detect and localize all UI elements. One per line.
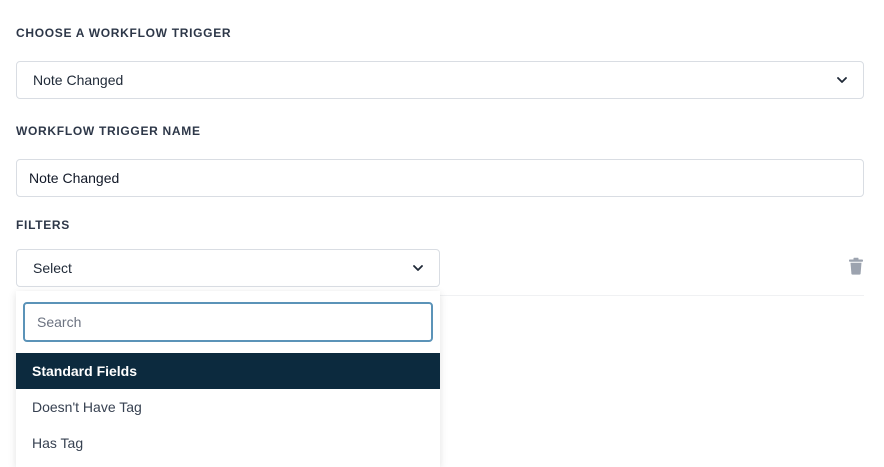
filter-dropdown-menu: Standard Fields Doesn't Have Tag Has Tag bbox=[16, 291, 440, 467]
trash-icon[interactable] bbox=[846, 256, 866, 276]
option-doesnt-have-tag[interactable]: Doesn't Have Tag bbox=[16, 389, 440, 425]
trigger-section-label: CHOOSE A WORKFLOW TRIGGER bbox=[16, 26, 232, 40]
trigger-select-value: Note Changed bbox=[33, 72, 124, 88]
filter-field-select[interactable]: Select bbox=[16, 249, 440, 287]
workflow-trigger-form: CHOOSE A WORKFLOW TRIGGER Note Changed W… bbox=[0, 0, 884, 467]
filter-search-input[interactable] bbox=[23, 302, 433, 342]
trigger-select[interactable]: Note Changed bbox=[16, 61, 864, 99]
filter-row-divider bbox=[440, 295, 864, 296]
option-has-tag[interactable]: Has Tag bbox=[16, 425, 440, 461]
chevron-down-icon bbox=[837, 75, 847, 85]
filter-select-value: Select bbox=[33, 260, 72, 276]
filters-label: FILTERS bbox=[16, 218, 71, 232]
option-group-header: Standard Fields bbox=[16, 353, 440, 389]
trigger-name-label: WORKFLOW TRIGGER NAME bbox=[16, 124, 201, 138]
chevron-down-icon bbox=[413, 263, 423, 273]
trigger-name-input[interactable] bbox=[16, 159, 864, 197]
